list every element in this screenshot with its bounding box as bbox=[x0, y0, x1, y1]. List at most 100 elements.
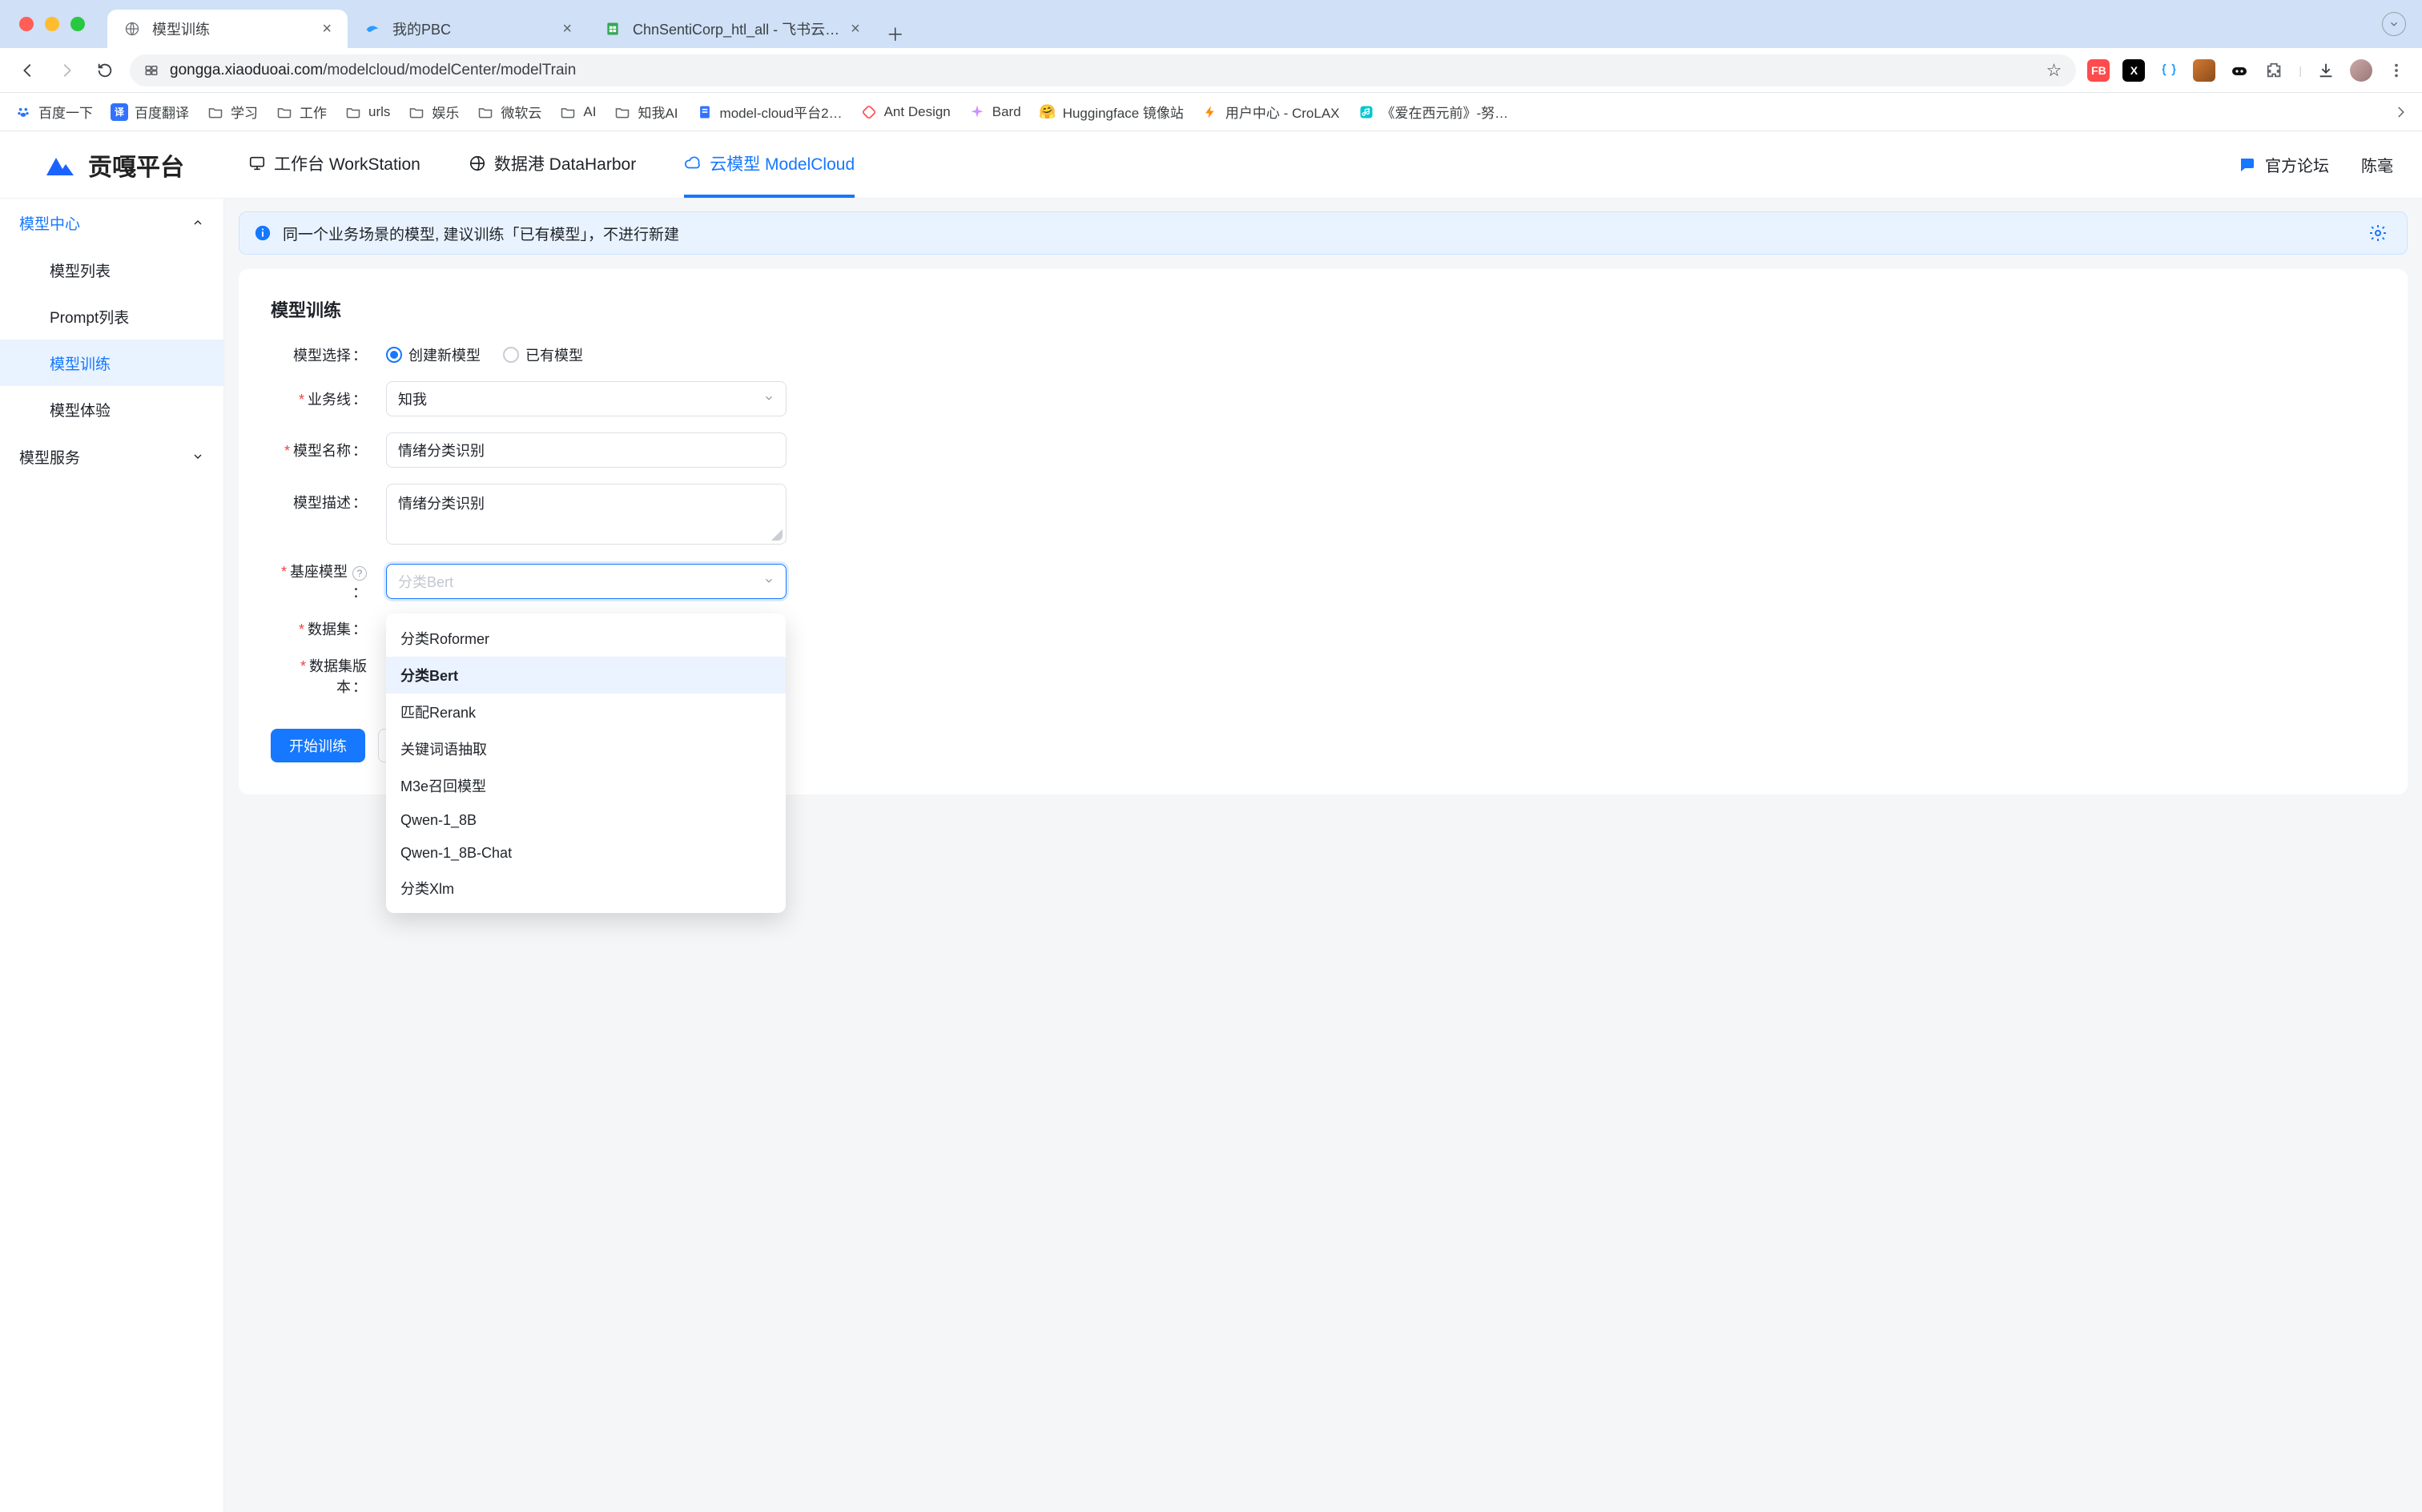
globe-icon bbox=[123, 20, 141, 38]
nav-dataharbor[interactable]: 数据港 DataHarbor bbox=[469, 132, 636, 198]
sidebar-item-prompt-list[interactable]: Prompt列表 bbox=[0, 293, 223, 340]
start-training-button[interactable]: 开始训练 bbox=[271, 729, 365, 762]
close-icon[interactable]: × bbox=[322, 20, 332, 38]
sidebar-item-model-experience[interactable]: 模型体验 bbox=[0, 386, 223, 432]
nav-modelcloud[interactable]: 云模型 ModelCloud bbox=[684, 132, 855, 198]
app-header: 贡嘎平台 工作台 WorkStation 数据港 DataHarbor 云模型 … bbox=[0, 131, 2422, 199]
translate-icon: 译 bbox=[111, 103, 128, 121]
bookmark-work[interactable]: 工作 bbox=[276, 102, 327, 122]
nav-workstation[interactable]: 工作台 WorkStation bbox=[248, 132, 420, 198]
kebab-menu-button[interactable] bbox=[2385, 59, 2408, 82]
option-label: 分类Bert bbox=[400, 668, 458, 684]
option-rerank[interactable]: 匹配Rerank bbox=[386, 694, 786, 730]
help-icon[interactable]: ? bbox=[352, 566, 367, 581]
sidebar-item-model-list[interactable]: 模型列表 bbox=[0, 247, 223, 293]
close-icon[interactable]: × bbox=[562, 20, 572, 38]
ext-icon-braces[interactable] bbox=[2158, 59, 2180, 82]
bookmarks-bar: 百度一下 译 百度翻译 学习 工作 urls 娱乐 微软云 AI 知我AI mo… bbox=[0, 93, 2422, 131]
option-label: Qwen-1_8B bbox=[400, 812, 477, 828]
option-bert[interactable]: 分类Bert bbox=[386, 657, 786, 694]
window-close-dot[interactable] bbox=[19, 17, 34, 31]
model-desc-textarea[interactable]: 情绪分类识别 bbox=[386, 484, 787, 545]
brand-logo[interactable]: 贡嘎平台 bbox=[45, 147, 184, 183]
bookmark-label: 娱乐 bbox=[432, 102, 459, 122]
bookmark-bard[interactable]: Bard bbox=[968, 103, 1021, 121]
browser-tab-1[interactable]: 我的PBC × bbox=[348, 10, 588, 48]
label-model-choice: 模型选择： bbox=[271, 344, 367, 365]
business-line-select[interactable]: 知我 bbox=[386, 381, 787, 416]
bookmark-baidu-translate[interactable]: 译 百度翻译 bbox=[111, 102, 189, 122]
address-url: gongga.xiaoduoai.com/modelcloud/modelCen… bbox=[170, 62, 2035, 79]
sheet-icon bbox=[604, 20, 622, 38]
model-choice-radio-group: 创建新模型 已有模型 bbox=[386, 344, 787, 365]
option-qwen18b-chat[interactable]: Qwen-1_8B-Chat bbox=[386, 837, 786, 870]
username[interactable]: 陈毫 bbox=[2361, 153, 2393, 176]
chevron-down-icon bbox=[191, 450, 204, 463]
downloads-button[interactable] bbox=[2315, 59, 2337, 82]
radio-create-new[interactable]: 创建新模型 bbox=[386, 344, 481, 365]
bookmark-ai[interactable]: AI bbox=[559, 103, 596, 121]
row-model-name: *模型名称： 情绪分类识别 bbox=[271, 432, 2376, 468]
ext-icon-game[interactable] bbox=[2228, 59, 2251, 82]
model-name-input[interactable]: 情绪分类识别 bbox=[386, 432, 787, 468]
window-zoom-dot[interactable] bbox=[70, 17, 85, 31]
sidebar-item-model-train[interactable]: 模型训练 bbox=[0, 340, 223, 386]
extensions-button[interactable] bbox=[2263, 59, 2286, 82]
traffic-lights[interactable] bbox=[19, 17, 85, 31]
new-tab-button[interactable]: ＋ bbox=[881, 19, 910, 48]
radio-existing[interactable]: 已有模型 bbox=[503, 344, 583, 365]
label-base-model: *基座模型?： bbox=[271, 561, 367, 602]
nav-forward-button[interactable] bbox=[53, 57, 80, 84]
forum-link[interactable]: 官方论坛 bbox=[2238, 153, 2329, 176]
close-icon[interactable]: × bbox=[851, 20, 860, 38]
browser-tab-0[interactable]: 模型训练 × bbox=[107, 10, 348, 48]
browser-titlebar: 模型训练 × 我的PBC × ChnSentiCorp_htl_all - 飞书… bbox=[0, 0, 2422, 48]
doc-icon bbox=[696, 103, 714, 121]
option-label: 分类Roformer bbox=[400, 631, 489, 647]
site-settings-icon[interactable] bbox=[144, 63, 159, 78]
bookmark-antd[interactable]: Ant Design bbox=[860, 103, 951, 121]
bookmark-urls[interactable]: urls bbox=[344, 103, 390, 121]
sidebar-item-label: 模型列表 bbox=[50, 259, 111, 281]
nav-back-button[interactable] bbox=[14, 57, 42, 84]
option-xlm[interactable]: 分类Xlm bbox=[386, 870, 786, 907]
label-business-line: *业务线： bbox=[271, 388, 367, 409]
folder-icon bbox=[408, 103, 425, 121]
profile-avatar[interactable] bbox=[2350, 59, 2372, 82]
ext-icon-x[interactable]: X bbox=[2122, 59, 2145, 82]
bookmark-zhiwo[interactable]: 知我AI bbox=[614, 102, 678, 122]
top-nav: 工作台 WorkStation 数据港 DataHarbor 云模型 Model… bbox=[248, 132, 855, 198]
sidebar-item-label: Prompt列表 bbox=[50, 306, 129, 328]
arrow-left-icon bbox=[19, 62, 37, 79]
browser-tab-2[interactable]: ChnSentiCorp_htl_all - 飞书云… × bbox=[588, 10, 876, 48]
address-bar[interactable]: gongga.xiaoduoai.com/modelcloud/modelCen… bbox=[130, 54, 2076, 86]
base-model-select[interactable]: 分类Bert bbox=[386, 564, 787, 599]
bookmark-study[interactable]: 学习 bbox=[207, 102, 258, 122]
bookmark-modelcloud[interactable]: model-cloud平台2… bbox=[696, 102, 843, 122]
bookmark-hf[interactable]: 🤗Huggingface 镜像站 bbox=[1039, 102, 1184, 122]
arrow-right-icon bbox=[58, 62, 75, 79]
notice-settings-button[interactable] bbox=[2364, 219, 2392, 247]
browser-tab-label: 我的PBC bbox=[392, 18, 451, 39]
bookmark-azure[interactable]: 微软云 bbox=[477, 102, 541, 122]
bookmark-baidu[interactable]: 百度一下 bbox=[14, 102, 93, 122]
bookmark-music[interactable]: 《爱在西元前》-努… bbox=[1358, 102, 1509, 122]
sidebar-section-model-center[interactable]: 模型中心 bbox=[0, 199, 223, 247]
browser-tabs: 模型训练 × 我的PBC × ChnSentiCorp_htl_all - 飞书… bbox=[107, 0, 910, 48]
bookmark-star-button[interactable]: ☆ bbox=[2046, 60, 2062, 81]
ext-icon-pic[interactable] bbox=[2193, 59, 2215, 82]
sidebar-section-model-service[interactable]: 模型服务 bbox=[0, 432, 223, 481]
tab-overflow-button[interactable] bbox=[2382, 12, 2406, 36]
bookmark-entertain[interactable]: 娱乐 bbox=[408, 102, 459, 122]
option-m3e[interactable]: M3e召回模型 bbox=[386, 767, 786, 804]
window-minimize-dot[interactable] bbox=[45, 17, 59, 31]
bookmark-label: 工作 bbox=[300, 102, 327, 122]
ext-icon-red[interactable]: FB bbox=[2087, 59, 2110, 82]
option-roformer[interactable]: 分类Roformer bbox=[386, 620, 786, 657]
bookmark-crolax[interactable]: 用户中心 - CroLAX bbox=[1201, 102, 1340, 122]
bookmarks-overflow[interactable] bbox=[2393, 105, 2408, 119]
nav-reload-button[interactable] bbox=[91, 57, 119, 84]
option-keyword[interactable]: 关键词语抽取 bbox=[386, 730, 786, 767]
option-qwen18b[interactable]: Qwen-1_8B bbox=[386, 804, 786, 837]
sidebar: 模型中心 模型列表 Prompt列表 模型训练 模型体验 模型服务 bbox=[0, 199, 224, 1512]
